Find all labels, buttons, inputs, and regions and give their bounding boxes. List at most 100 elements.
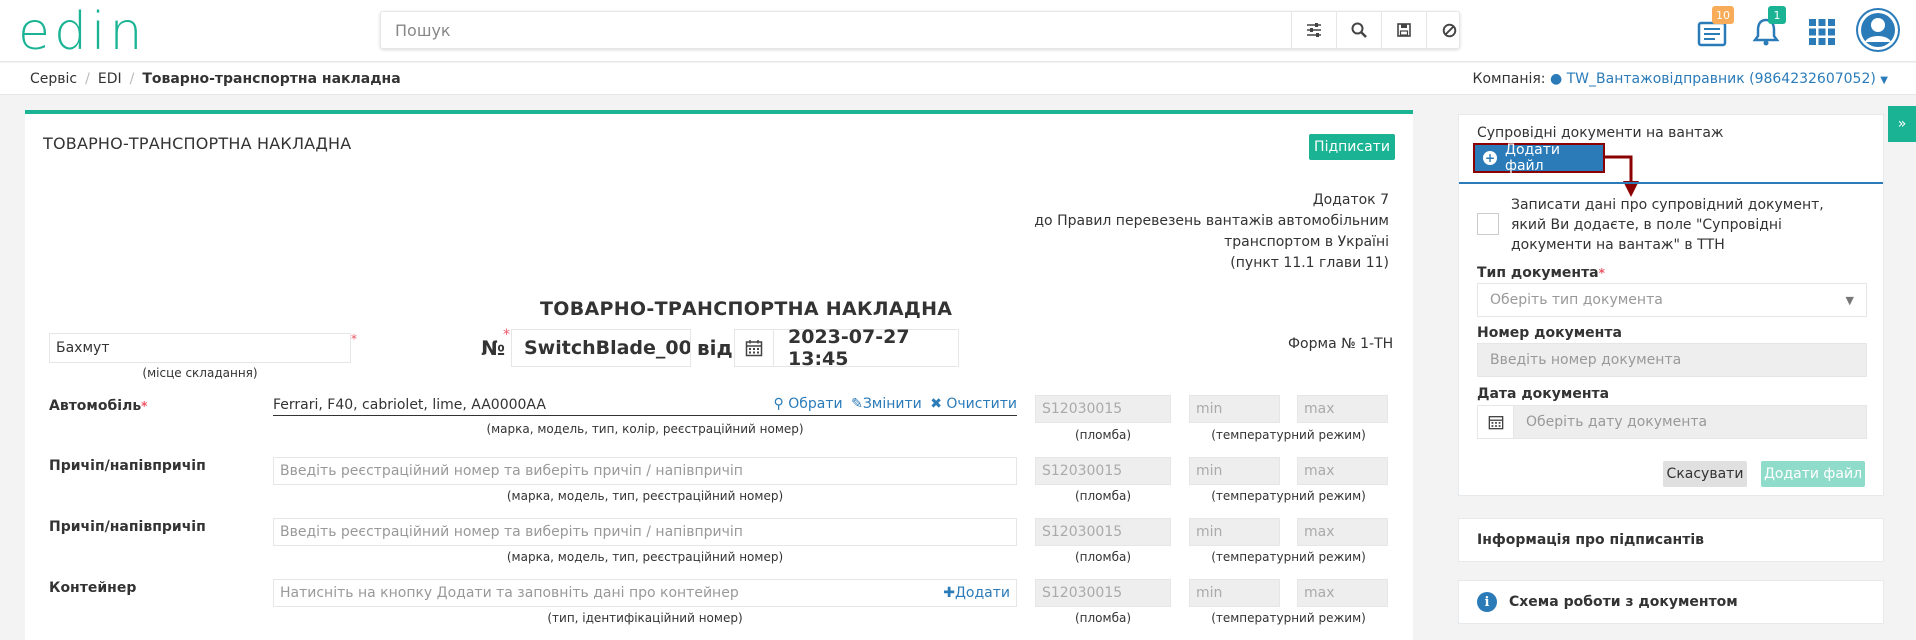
temp-hint: (температурний режим) <box>1211 428 1366 442</box>
choose-car-link[interactable]: ⚲ Обрати <box>774 396 843 412</box>
filter-settings-icon[interactable] <box>1291 12 1336 48</box>
doc-number-label: Номер документа <box>1477 325 1622 341</box>
calendar-icon[interactable] <box>1478 406 1514 438</box>
breadcrumb-bar: Сервіс / EDI / Товарно-транспортна накладна … <box>0 63 1916 95</box>
container-label: Контейнер <box>49 580 137 596</box>
company-name-link[interactable]: TW_Вантажовідправник (9864232607052) <box>1567 71 1876 87</box>
trailer-label: Причіп/напівпричіп <box>49 458 206 474</box>
temp-hint: (температурний режим) <box>1211 550 1366 564</box>
signers-info-panel[interactable]: Інформація про підписантів <box>1458 518 1884 562</box>
messages-icon[interactable]: 10 <box>1694 6 1734 50</box>
temp-min-input[interactable]: min <box>1189 457 1280 485</box>
cancel-button[interactable]: Скасувати <box>1663 461 1747 487</box>
car-hint: (марка, модель, тип, колір, реєстраційни… <box>486 422 804 436</box>
plus-icon: ✚ <box>943 585 955 601</box>
caret-down-icon[interactable]: ▼ <box>1880 75 1888 86</box>
container-input[interactable]: Натисніть на кнопку Додати та заповніть … <box>273 579 1017 607</box>
sign-button[interactable]: Підписати <box>1309 134 1395 160</box>
annex-text: Додаток 7 до Правил перевезень вантажів … <box>1034 190 1389 274</box>
temp-max-input[interactable]: max <box>1297 579 1388 607</box>
notifications-bell-icon[interactable]: 1 <box>1748 6 1786 50</box>
record-data-checkbox[interactable] <box>1477 213 1499 235</box>
panel-title: Супровідні документи на вантаж <box>1477 125 1724 141</box>
add-file-button[interactable]: + Додати файл <box>1473 142 1605 174</box>
temp-min-input[interactable]: min <box>1189 518 1280 546</box>
temp-max-input[interactable]: max <box>1297 395 1388 423</box>
trailer-input[interactable]: Введіть реєстраційний номер та виберіть … <box>273 518 1017 546</box>
add-container-link[interactable]: ✚Додати <box>943 585 1010 601</box>
container-hint: (тип, ідентифікаційний номер) <box>547 611 743 625</box>
seal-input[interactable]: S12030015 <box>1035 579 1171 607</box>
save-icon[interactable] <box>1381 12 1426 48</box>
required-mark: * <box>503 327 510 343</box>
caret-down-icon: ▼ <box>1845 293 1854 307</box>
from-label: від <box>697 336 733 360</box>
edit-icon: ✎ <box>851 396 863 412</box>
change-car-link[interactable]: ✎Змінити <box>851 396 922 412</box>
container-placeholder: Натисніть на кнопку Додати та заповніть … <box>280 585 739 601</box>
car-actions: ⚲ Обрати ✎Змінити ✖ Очистити <box>774 396 1017 412</box>
seal-hint: (пломба) <box>1074 428 1132 442</box>
trailer-label: Причіп/напівпричіп <box>49 519 206 535</box>
doc-number-input[interactable]: Введіть номер документа <box>1477 343 1867 377</box>
annex-line: Додаток 7 <box>1312 192 1389 208</box>
doc-date-input[interactable]: Оберіть дату документа <box>1477 405 1867 439</box>
expand-panel-icon[interactable]: » <box>1888 106 1916 142</box>
temp-min-input[interactable]: min <box>1189 395 1280 423</box>
seal-input[interactable]: S12030015 <box>1035 457 1171 485</box>
calendar-icon[interactable] <box>734 329 774 367</box>
document-number-input[interactable]: SwitchBlade_00: <box>511 329 691 367</box>
company-label: Компанія: <box>1472 71 1546 87</box>
scheme-title: Схема роботи з документом <box>1509 594 1738 610</box>
doc-type-select[interactable]: Оберіть тип документа ▼ <box>1477 283 1867 317</box>
trailer-hint: (марка, модель, тип, реєстраційний номер… <box>506 550 784 564</box>
document-card: ТОВАРНО-ТРАНСПОРТНА НАКЛАДНА Підписати Д… <box>25 110 1413 640</box>
number-label: № <box>481 336 506 360</box>
car-value: Ferrari, F40, cabriolet, lime, AA0000AA <box>273 396 546 413</box>
required-mark: * <box>1598 266 1605 280</box>
search-icon[interactable] <box>1336 12 1381 48</box>
checkbox-label: Записати дані про супровідний документ, … <box>1511 197 1824 253</box>
temp-min-input[interactable]: min <box>1189 579 1280 607</box>
seal-hint: (пломба) <box>1074 611 1132 625</box>
apps-grid-icon[interactable] <box>1804 14 1840 50</box>
clear-car-link[interactable]: ✖ Очистити <box>930 396 1017 412</box>
edin-logo[interactable]: edin <box>18 6 146 58</box>
workflow-scheme-panel[interactable]: i Схема роботи з документом <box>1458 580 1884 624</box>
annex-line: до Правил перевезень вантажів автомобіль… <box>1034 213 1389 229</box>
search-input[interactable] <box>381 12 1291 48</box>
annex-line: транспортом в Україні <box>1224 234 1389 250</box>
company-selector[interactable]: Компанія: ● TW_Вантажовідправник (986423… <box>1473 71 1888 87</box>
car-field[interactable]: Ferrari, F40, cabriolet, lime, AA0000AA … <box>273 394 1017 416</box>
notifications-count-badge: 1 <box>1768 6 1786 24</box>
document-date-input[interactable]: 2023-07-27 13:45 <box>773 326 959 370</box>
breadcrumb-item-current: Товарно-транспортна накладна <box>142 71 401 87</box>
document-heading: ТОВАРНО-ТРАНСПОРТНА НАКЛАДНА <box>540 298 953 320</box>
accompanying-docs-panel: Супровідні документи на вантаж + Додати … <box>1458 114 1884 496</box>
user-avatar[interactable] <box>1856 8 1900 52</box>
breadcrumb-item-service[interactable]: Сервіс <box>30 71 77 87</box>
temp-max-input[interactable]: max <box>1297 518 1388 546</box>
signers-title: Інформація про підписантів <box>1477 532 1704 548</box>
top-header: edin 10 1 <box>0 0 1916 62</box>
required-mark: * <box>141 399 148 413</box>
seal-hint: (пломба) <box>1074 489 1132 503</box>
place-of-issue-input[interactable]: Бахмут <box>49 333 351 363</box>
breadcrumb-item-edi[interactable]: EDI <box>98 71 122 87</box>
seal-input[interactable]: S12030015 <box>1035 395 1171 423</box>
submit-add-file-button[interactable]: Додати файл <box>1761 461 1865 487</box>
form-number-label: Форма № 1-ТН <box>1288 336 1394 352</box>
messages-count-badge: 10 <box>1712 6 1734 24</box>
reset-icon[interactable] <box>1426 12 1471 48</box>
seal-hint: (пломба) <box>1074 550 1132 564</box>
seal-input[interactable]: S12030015 <box>1035 518 1171 546</box>
info-icon: i <box>1477 592 1497 612</box>
search-icon: ⚲ <box>773 396 784 412</box>
doc-date-label: Дата документа <box>1477 386 1610 402</box>
trailer-input[interactable]: Введіть реєстраційний номер та виберіть … <box>273 457 1017 485</box>
place-hint: (місце складання) <box>142 366 258 380</box>
temp-max-input[interactable]: max <box>1297 457 1388 485</box>
plus-circle-icon: + <box>1483 151 1497 165</box>
user-icon: ● <box>1549 71 1563 87</box>
search-bar <box>380 11 1460 49</box>
